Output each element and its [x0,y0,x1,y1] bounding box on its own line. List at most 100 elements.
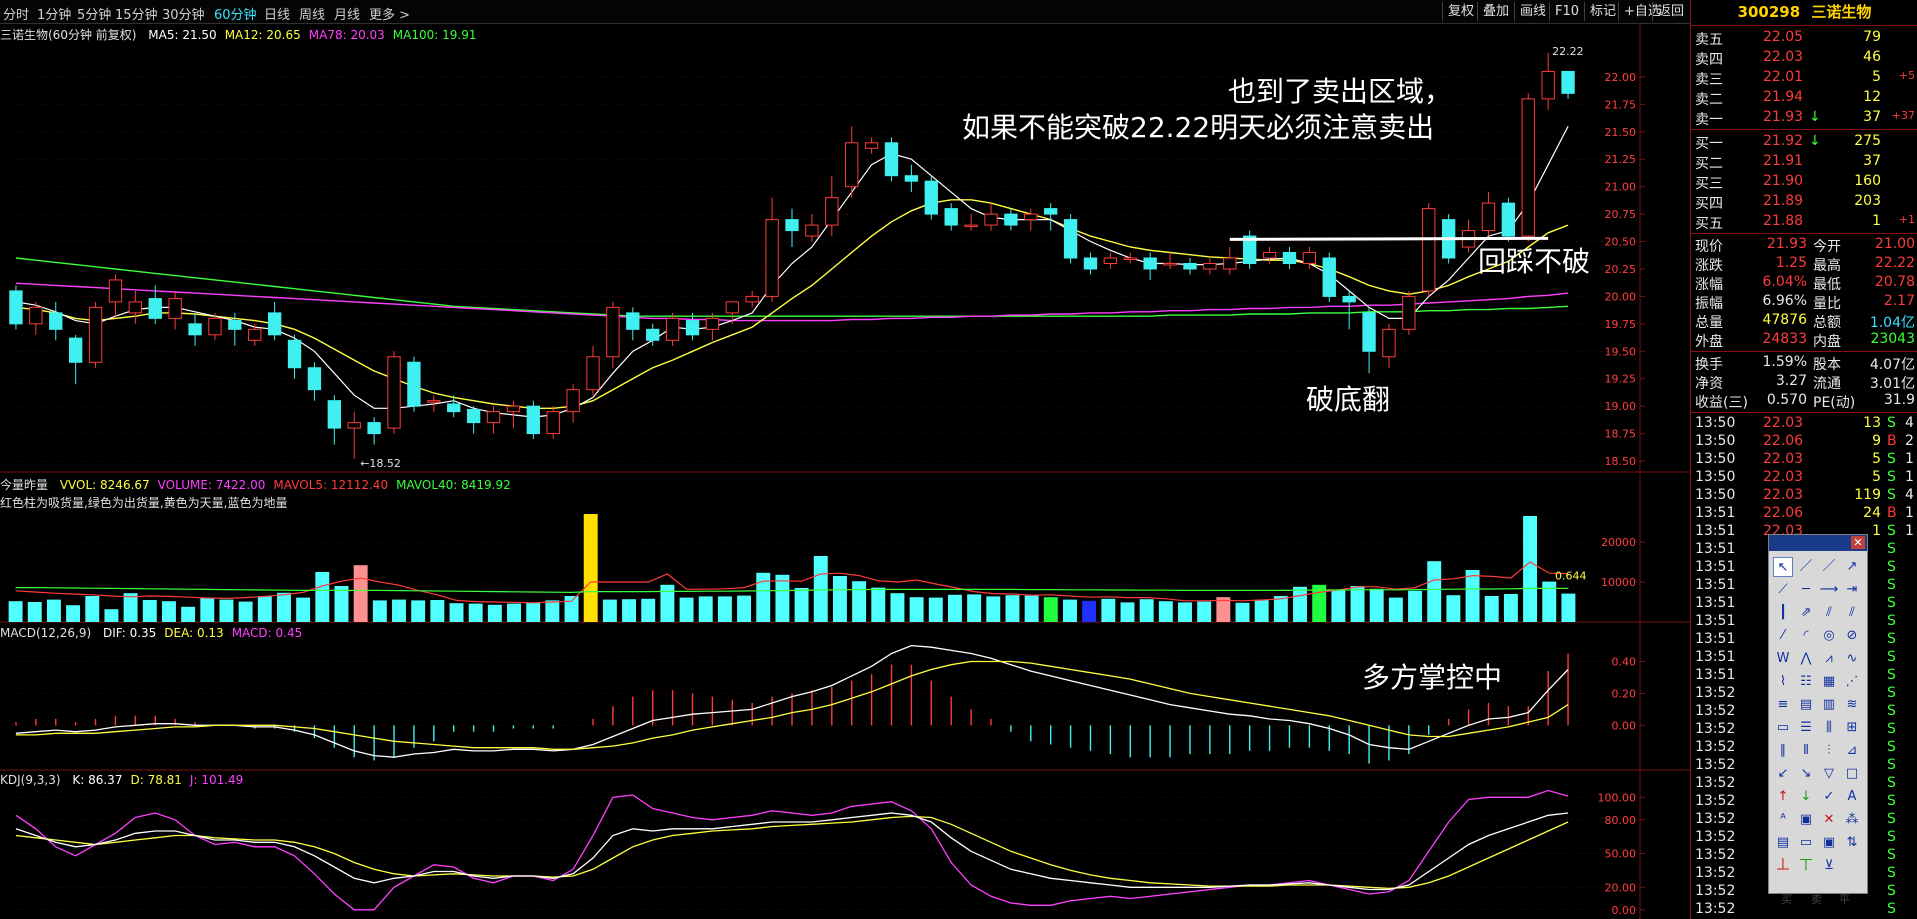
extended-line-icon[interactable]: ⟶ [1819,580,1839,600]
regression-icon[interactable]: ☰ [1796,718,1816,738]
ellipse-icon[interactable]: ⊘ [1842,626,1862,646]
flat-mark-label[interactable]: 平 [1839,891,1850,907]
label-icon[interactable]: ᴬ [1773,810,1793,830]
buy-mark-label[interactable]: 买 [1781,891,1792,907]
line-icon[interactable]: ／ [1796,557,1816,577]
trade-volume: 119 [1854,487,1881,503]
cursor-icon[interactable]: ↖ [1773,557,1793,577]
toolbar-button-6[interactable]: 返回 [1652,2,1689,21]
arc-icon[interactable]: ◜ [1796,626,1816,646]
gann-grid-icon[interactable]: ≡ [1773,695,1793,715]
square-icon[interactable]: □ [1842,764,1862,784]
zigzag-icon[interactable]: ⋀ [1796,649,1816,669]
fibonacci-icon[interactable]: ☷ [1796,672,1816,692]
period-tab-1[interactable]: 1分钟 [37,4,71,23]
gann-box-icon[interactable]: ▥ [1819,695,1839,715]
volume-bar-0 [8,601,23,622]
period-tab-8[interactable]: 月线 [334,4,360,23]
wave-icon[interactable]: W [1773,649,1793,669]
channel-icon[interactable]: ⫽ [1819,603,1839,623]
sell-row-3[interactable]: 卖二 21.94 12 [1691,88,1917,108]
pitchfork-icon[interactable]: ⌇ [1773,672,1793,692]
grid-icon[interactable]: ⊞ [1842,718,1862,738]
rectangle-icon[interactable]: ▭ [1773,718,1793,738]
angle-icon[interactable]: ⊿ [1842,741,1862,761]
drawing-tool-palette[interactable]: ✕ ↖ ／／ ↗ ⟋ ─ ⟶ ⇥ ┃ ⇗ ⫽ ⫽ ⁄ ◜ ◎ ⊘ W ⋀ ⩘ ∿ ⌇ ☷ ▦ ⋰ ≡ ▤ ▥ ≋ ▭ ☰ ⫼ ⊞ ∥ ⫴ ⫶ ⊿ ↙ ↘… [1768,534,1868,906]
arrow-tool-icon[interactable]: ↘ [1796,764,1816,784]
period-tab-3[interactable]: 15分钟 [115,4,158,23]
buy-row-1[interactable]: 买二 21.91 37 [1691,152,1917,172]
triangle-icon[interactable]: ▽ [1819,764,1839,784]
period-tab-6[interactable]: 日线 [264,4,290,23]
sell-mark-label[interactable]: 卖 [1811,891,1822,907]
box-icon[interactable]: ▣ [1796,810,1816,830]
period-tab-2[interactable]: 5分钟 [77,4,111,23]
candle-body-69 [1382,328,1396,358]
period-tab-9[interactable]: 更多 > [369,4,410,23]
panel-icon[interactable]: ▭ [1796,833,1816,853]
fib-time-icon[interactable]: ⫶ [1819,741,1839,761]
vertical-line-icon[interactable]: ┃ [1773,603,1793,623]
buy-row-3[interactable]: 买四 21.89 203 [1691,192,1917,212]
sell-row-4[interactable]: 卖一 21.93 ↓ 37 +37 [1691,108,1917,128]
fan-icon[interactable]: ⁄ [1773,626,1793,646]
dots-icon[interactable]: ⁂ [1842,810,1862,830]
toolbar-button-1[interactable]: 叠加 [1477,2,1514,21]
volume-bar-77 [1484,596,1499,622]
bars-icon[interactable]: ∥ [1773,741,1793,761]
sell-row-1[interactable]: 卖四 22.03 46 [1691,48,1917,68]
note-icon[interactable]: ▤ [1773,833,1793,853]
palette-titlebar[interactable]: ✕ [1769,535,1867,551]
cycle-line-icon[interactable]: ≋ [1842,695,1862,715]
period-tab-0[interactable]: 分时 [3,4,29,23]
circle-icon[interactable]: ◎ [1819,626,1839,646]
buy-row-0[interactable]: 买一 21.92 ↓ 275 [1691,132,1917,152]
down-arrow-icon[interactable]: ↓ [1796,787,1816,807]
fib-fan-icon[interactable]: ▦ [1819,672,1839,692]
buy-point-icon[interactable]: 丄 [1773,856,1793,876]
blank-icon[interactable] [1842,856,1862,876]
parallel-channel-icon[interactable]: ⫽ [1842,603,1862,623]
indicator-ma100: MA100: 19.91 [392,28,477,42]
buy-level-label: 买三 [1695,176,1723,192]
chart-canvas[interactable]: 18.50 18.75 19.00 19.25 19.50 19.75 20.00 20.25… [0,24,1690,919]
arrow-line-icon[interactable]: ↗ [1842,557,1862,577]
time-zone-icon[interactable]: ⫴ [1796,741,1816,761]
delete-icon[interactable]: ✕ [1819,810,1839,830]
period-line-icon[interactable]: ⫼ [1819,718,1839,738]
check-icon[interactable]: ✓ [1819,787,1839,807]
up-arrow-icon[interactable]: ↑ [1773,787,1793,807]
candle-body-7 [148,298,162,319]
hold-icon[interactable]: ⊻ [1819,856,1839,876]
ray-icon[interactable]: ／ [1819,557,1839,577]
toolbar-button-3[interactable]: F10 [1549,2,1584,21]
sell-row-2[interactable]: 卖三 22.01 5 +5 [1691,68,1917,88]
candle-body-70 [1402,295,1416,330]
sine-icon[interactable]: ∿ [1842,649,1862,669]
horizontal-line-icon[interactable]: ─ [1796,580,1816,600]
buy-row-2[interactable]: 买三 21.90 160 [1691,172,1917,192]
buy-row-4[interactable]: 买五 21.88 1 +1 [1691,212,1917,232]
toolbar-button-4[interactable]: 标记 [1584,2,1621,21]
text-icon[interactable]: A [1842,787,1862,807]
speed-line-icon[interactable]: ▤ [1796,695,1816,715]
period-tab-5[interactable]: 60分钟 [214,4,257,23]
fib-arc-icon[interactable]: ⋰ [1842,672,1862,692]
sell-row-0[interactable]: 卖五 22.05 79 [1691,28,1917,48]
trend-line-icon[interactable]: ⟋ [1773,580,1793,600]
parallel-line-icon[interactable]: ⇗ [1796,603,1816,623]
trade-price: 22.03 [1763,469,1804,485]
toolbar-button-2[interactable]: 画线 [1514,2,1551,21]
period-tab-7[interactable]: 周线 [299,4,325,23]
down-arrow-tool-icon[interactable]: ↙ [1773,764,1793,784]
segment-icon[interactable]: ⇥ [1842,580,1862,600]
sell-point-icon[interactable]: 丅 [1796,856,1816,876]
period-tab-4[interactable]: 30分钟 [162,4,205,23]
close-icon[interactable]: ✕ [1851,536,1865,549]
toolbar-button-0[interactable]: 复权 [1442,2,1479,21]
volume-bar-44 [852,581,867,622]
trade-side: S [1887,523,1896,539]
swap-icon[interactable]: ⇅ [1842,833,1862,853]
triangle-wave-icon[interactable]: ⩘ [1819,649,1839,669]
frame-icon[interactable]: ▣ [1819,833,1839,853]
